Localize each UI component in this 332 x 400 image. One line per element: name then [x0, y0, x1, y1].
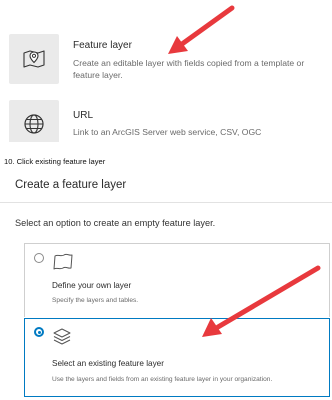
annotation-arrow-existing-layer	[202, 265, 321, 337]
